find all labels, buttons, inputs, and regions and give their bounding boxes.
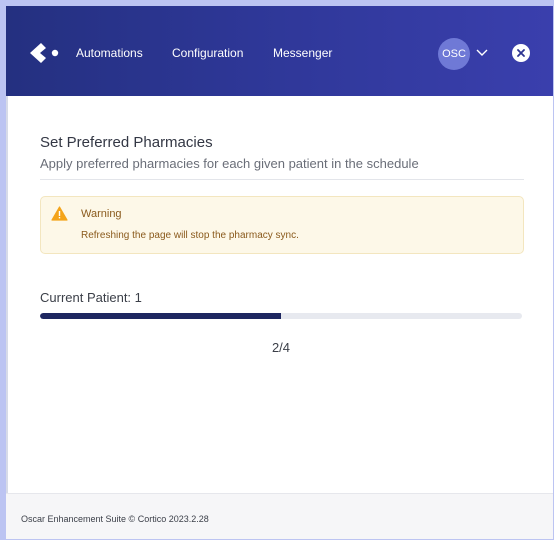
warning-title: Warning	[81, 208, 122, 220]
progress-count: 2/4	[271, 340, 291, 355]
user-avatar[interactable]: OSC	[438, 38, 470, 70]
warning-triangle-icon	[51, 206, 68, 221]
warning-text: Refreshing the page will stop the pharma…	[81, 230, 299, 241]
chevron-down-icon[interactable]	[476, 48, 488, 58]
app-window: Automations Configuration Messenger OSC …	[6, 6, 553, 539]
close-icon	[517, 49, 525, 57]
progress-bar-fill	[40, 313, 281, 319]
footer: Oscar Enhancement Suite © Cortico 2023.2…	[6, 493, 553, 539]
close-button[interactable]	[512, 44, 530, 62]
nav-link-messenger[interactable]: Messenger	[273, 46, 332, 60]
left-border	[6, 96, 8, 539]
footer-copyright: Oscar Enhancement Suite © Cortico 2023.2…	[21, 514, 209, 524]
arrow-logo-icon[interactable]	[26, 40, 60, 66]
nav-link-automations[interactable]: Automations	[76, 46, 143, 60]
page-subtitle: Apply preferred pharmacies for each give…	[40, 156, 419, 171]
progress-bar	[40, 313, 522, 319]
top-navbar: Automations Configuration Messenger OSC	[6, 6, 553, 96]
divider	[40, 179, 524, 180]
current-patient-label: Current Patient: 1	[40, 290, 142, 305]
nav-link-configuration[interactable]: Configuration	[172, 46, 243, 60]
warning-alert: Warning Refreshing the page will stop th…	[40, 196, 524, 254]
page-title: Set Preferred Pharmacies	[40, 134, 213, 151]
